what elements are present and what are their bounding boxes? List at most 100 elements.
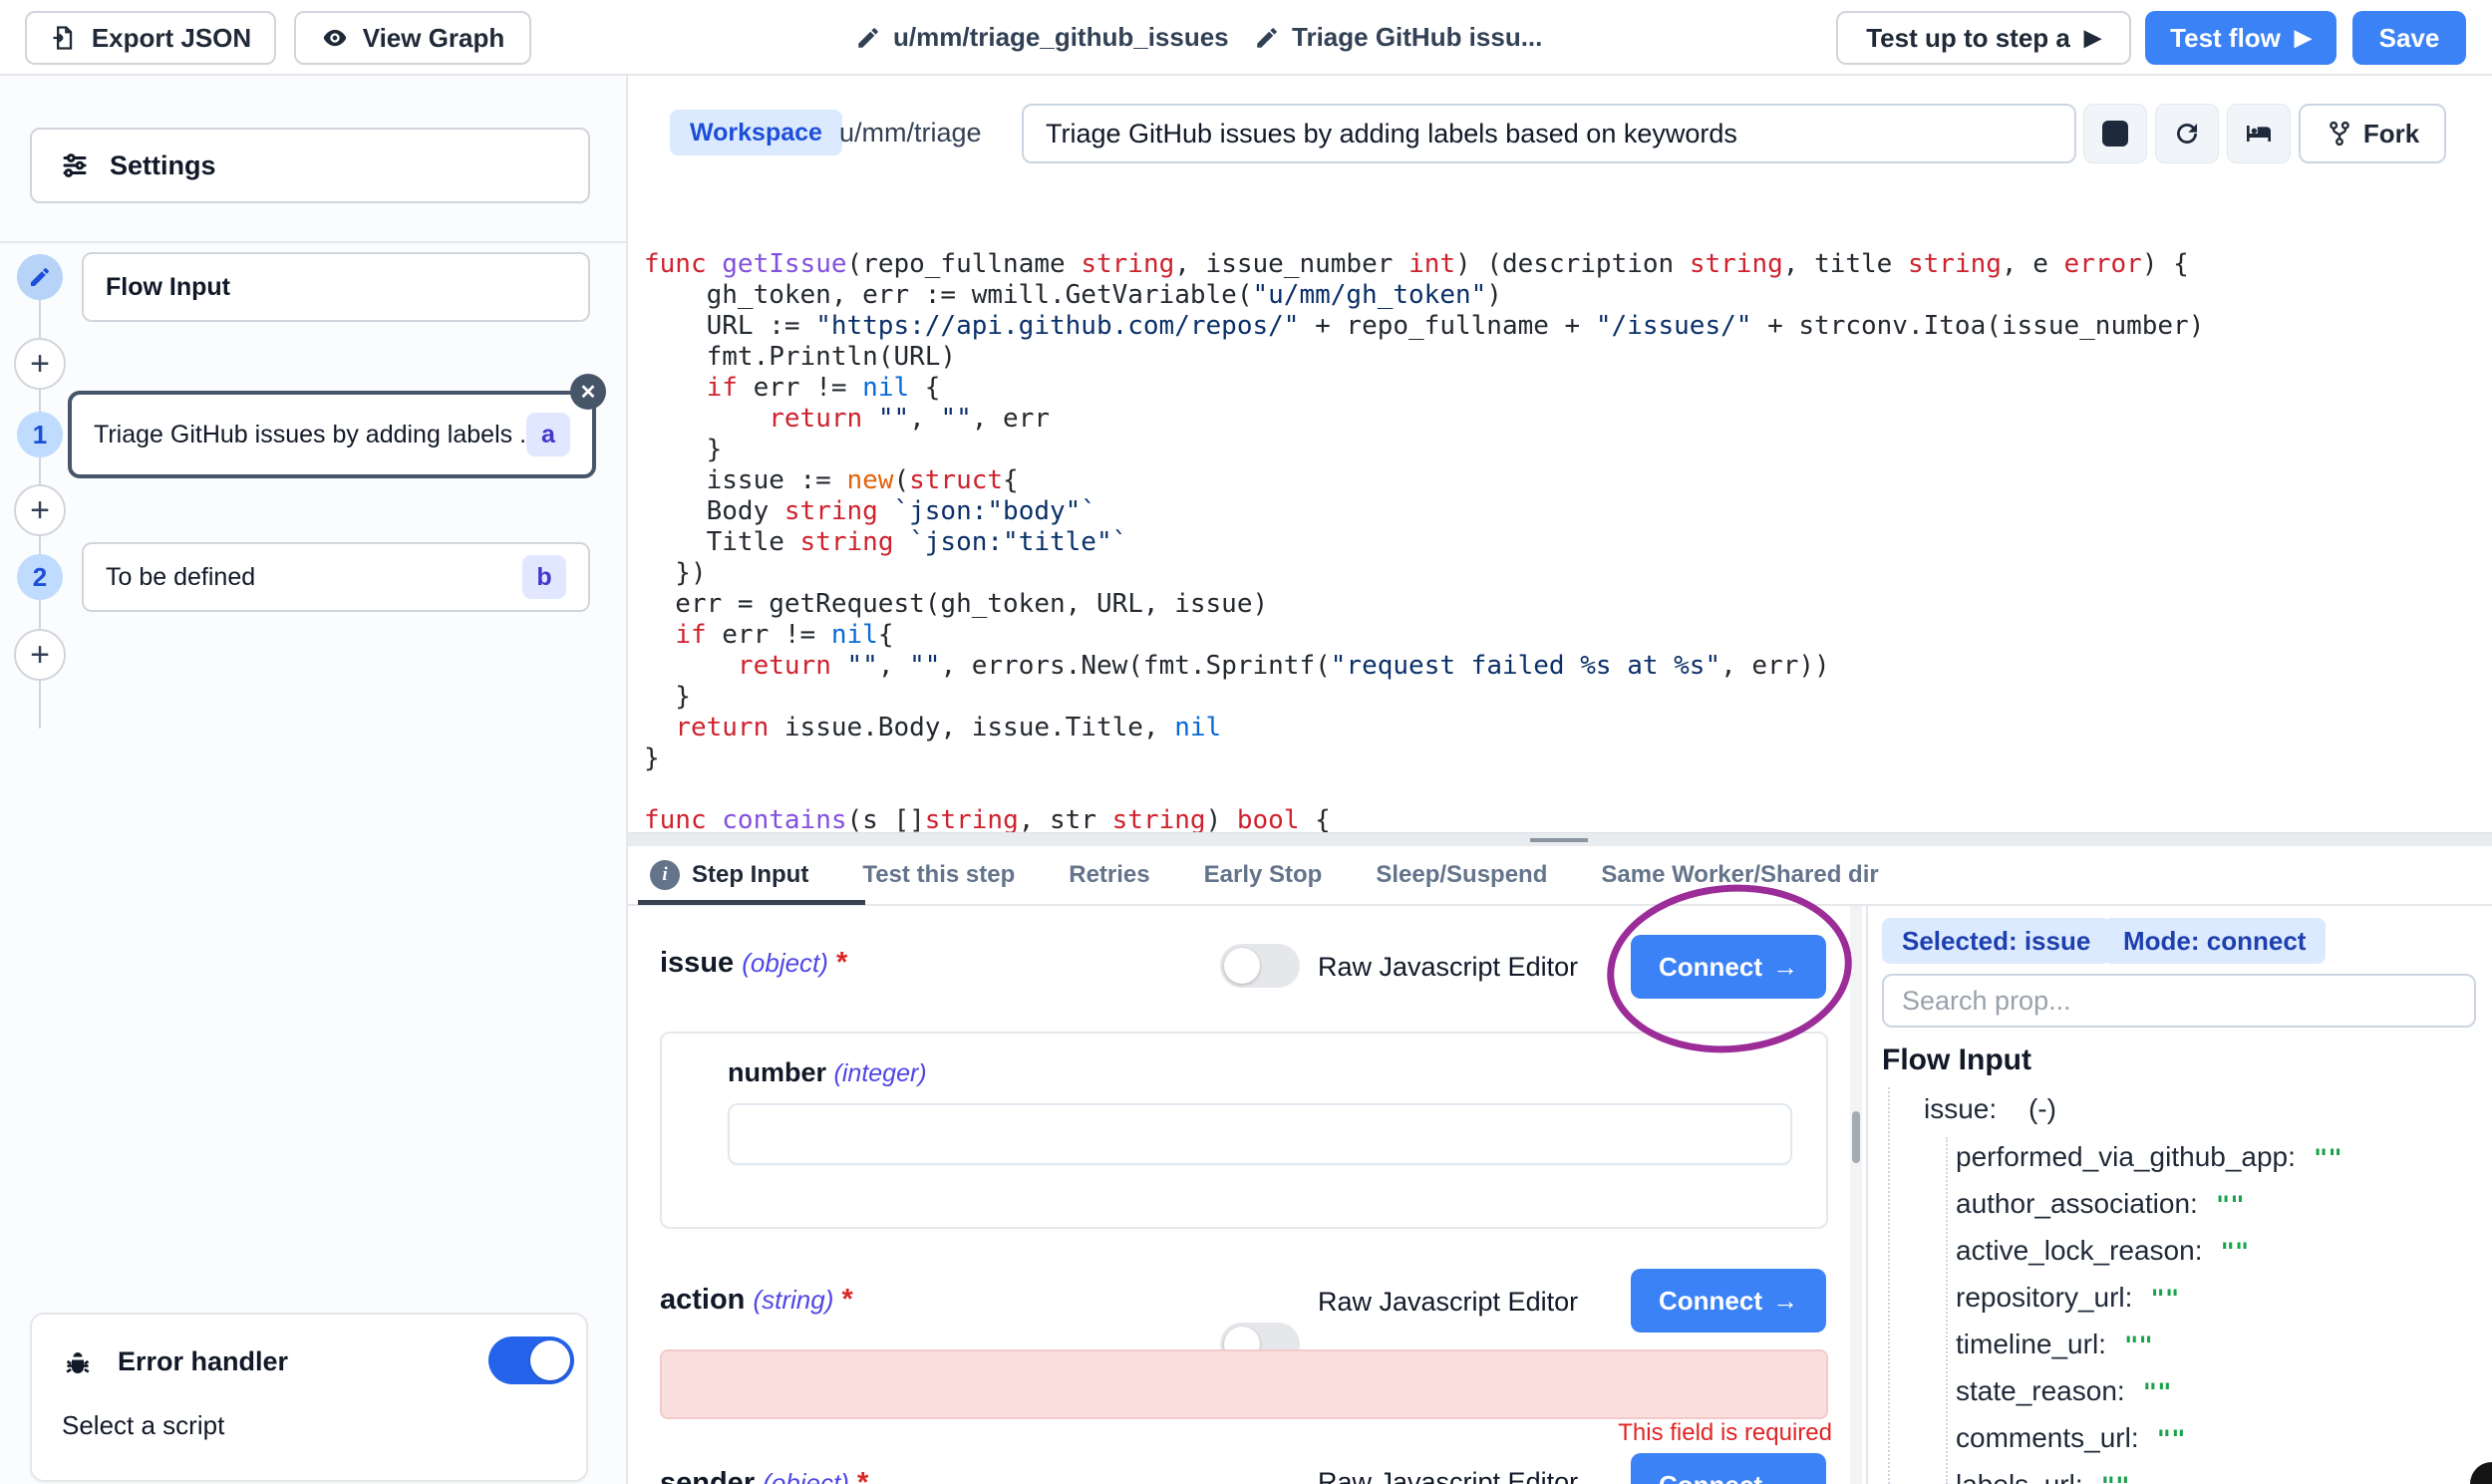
field-type: (string) [753, 1285, 833, 1315]
flow-input-node[interactable]: Flow Input [82, 252, 590, 322]
add-step-button[interactable]: + [14, 484, 66, 536]
flow-title-text: Triage GitHub issu... [1292, 22, 1542, 53]
tree-node-issue[interactable]: issue: (-) [1924, 1093, 2056, 1125]
export-json-button[interactable]: Export JSON [25, 11, 276, 65]
save-label: Save [2379, 23, 2440, 54]
flow-input-label: Flow Input [106, 273, 566, 302]
flow-title-breadcrumb[interactable]: Triage GitHub issu... [1254, 22, 1542, 53]
connect-button-action[interactable]: Connect → [1631, 1269, 1826, 1333]
search-prop-input[interactable] [1882, 974, 2476, 1028]
flow-summary-input[interactable] [1022, 104, 2076, 163]
windmill-flow-editor: Export JSON View Graph u/mm/triage_githu… [0, 0, 2492, 1484]
field-label-number: number (integer) [728, 1057, 927, 1088]
error-handler-sub: Select a script [62, 1410, 224, 1441]
arrow-right-icon: → [1772, 952, 1798, 983]
empty-string-value: "" [2157, 1425, 2186, 1453]
empty-string-value: "" [2150, 1285, 2179, 1313]
add-step-button[interactable]: + [14, 629, 66, 681]
plus-icon: + [30, 491, 50, 530]
tab-step-input[interactable]: i Step Input [650, 846, 808, 904]
tree-prop-timeline-url[interactable]: timeline_url:"" [1956, 1329, 2153, 1360]
resize-grip[interactable] [1530, 838, 1588, 842]
add-step-button[interactable]: + [14, 338, 66, 390]
view-graph-button[interactable]: View Graph [294, 11, 531, 65]
raw-js-label: Raw Javascript Editor [1318, 952, 1578, 983]
code-editor[interactable]: func getIssue(repo_fullname string, issu… [638, 177, 2492, 832]
fork-button[interactable]: Fork [2299, 104, 2446, 163]
tab-sleep-suspend[interactable]: Sleep/Suspend [1376, 846, 1547, 904]
arrow-right-icon: → [1772, 1470, 1798, 1484]
action-input-invalid[interactable] [660, 1349, 1828, 1419]
flow-path-breadcrumb[interactable]: u/mm/triage_github_issues [855, 22, 1229, 53]
error-handler-toggle[interactable] [488, 1336, 574, 1384]
field-label-issue: issue (object) * [660, 947, 847, 980]
tree-prop-comments-url[interactable]: comments_url:"" [1956, 1422, 2186, 1454]
connect-button-sender[interactable]: Connect → [1631, 1453, 1826, 1484]
empty-string-value: "" [2216, 1191, 2245, 1219]
required-asterisk: * [857, 1467, 868, 1484]
connect-button-issue[interactable]: Connect → [1631, 935, 1826, 999]
close-icon: ✕ [580, 380, 597, 405]
tab-retries[interactable]: Retries [1069, 846, 1149, 904]
save-button[interactable]: Save [2352, 11, 2466, 65]
export-icon [50, 24, 78, 52]
step-node-a[interactable]: Triage GitHub issues by adding labels ..… [68, 391, 596, 478]
error-handler-label: Error handler [118, 1346, 288, 1377]
settings-button[interactable]: Settings [30, 128, 590, 203]
test-flow-button[interactable]: Test flow ▶ [2145, 11, 2336, 65]
fork-label: Fork [2363, 119, 2419, 149]
bottom-tab-bar: i Step Input Test this step Retries Earl… [628, 846, 2492, 906]
pencil-icon [1254, 25, 1280, 51]
bug-icon [60, 1346, 96, 1382]
tree-prop-author-association[interactable]: author_association:"" [1956, 1188, 2245, 1220]
field-type: (object) [742, 948, 828, 978]
tab-same-worker[interactable]: Same Worker/Shared dir [1601, 846, 1878, 904]
field-label-sender: sender (object) * [660, 1467, 868, 1484]
tree-prop-state-reason[interactable]: state_reason:"" [1956, 1375, 2172, 1407]
error-handler-card[interactable]: Error handler Select a script [30, 1313, 588, 1482]
step-label: Triage GitHub issues by adding labels ..… [94, 421, 526, 449]
issue-object-card: number (integer) [660, 1032, 1828, 1229]
tree-node-value: (-) [2028, 1093, 2056, 1124]
required-error-text: This field is required [660, 1419, 1832, 1447]
raw-js-toggle-issue[interactable] [1220, 944, 1300, 988]
test-up-to-label: Test up to step a [1866, 23, 2070, 54]
panel-resize-divider [628, 832, 2492, 846]
field-type: (object) [763, 1468, 849, 1484]
sleep-button[interactable] [2227, 104, 2291, 163]
script-path-text: u/mm/triage [839, 118, 982, 148]
step-number-badge: 1 [17, 412, 63, 457]
step-label: To be defined [106, 563, 522, 592]
required-asterisk: * [836, 947, 847, 979]
test-flow-label: Test flow [2170, 23, 2281, 54]
settings-label: Settings [110, 150, 216, 181]
tree-prop-repository-url[interactable]: repository_url:"" [1956, 1282, 2179, 1314]
flow-input-tree-title: Flow Input [1882, 1043, 2031, 1077]
selected-badge: Selected: issue [1882, 918, 2110, 964]
arrow-right-icon: → [1772, 1286, 1798, 1317]
empty-string-value: "" [2101, 1472, 2130, 1484]
toggle-knob [530, 1340, 570, 1380]
tree-guide-line [1946, 1137, 1948, 1484]
raw-js-label: Raw Javascript Editor [1318, 1287, 1578, 1318]
test-up-to-step-button[interactable]: Test up to step a ▶ [1836, 11, 2131, 65]
tree-prop-labels-url[interactable]: labels_url:"" [1956, 1469, 2130, 1484]
tab-early-stop[interactable]: Early Stop [1204, 846, 1323, 904]
window-corner-artifact [2470, 1462, 2492, 1484]
scrollbar-thumb[interactable] [1852, 1111, 1860, 1163]
step-id-badge: a [526, 413, 570, 456]
eye-icon [321, 24, 349, 52]
stop-icon [2102, 121, 2128, 147]
tree-prop-active-lock-reason[interactable]: active_lock_reason:"" [1956, 1235, 2249, 1267]
tree-guide-line [1888, 1087, 1890, 1484]
field-label-action: action (string) * [660, 1284, 853, 1317]
tree-prop-performed-via-github-app[interactable]: performed_via_github_app:"" [1956, 1141, 2342, 1173]
refresh-button[interactable] [2155, 104, 2219, 163]
sidebar-divider [0, 241, 626, 243]
number-input[interactable] [728, 1103, 1792, 1165]
step-node-b[interactable]: To be defined b [82, 542, 590, 612]
tab-test-this-step[interactable]: Test this step [862, 846, 1015, 904]
stop-button[interactable] [2083, 104, 2147, 163]
workspace-badge: Workspace [670, 110, 842, 155]
remove-step-button[interactable]: ✕ [570, 374, 606, 410]
